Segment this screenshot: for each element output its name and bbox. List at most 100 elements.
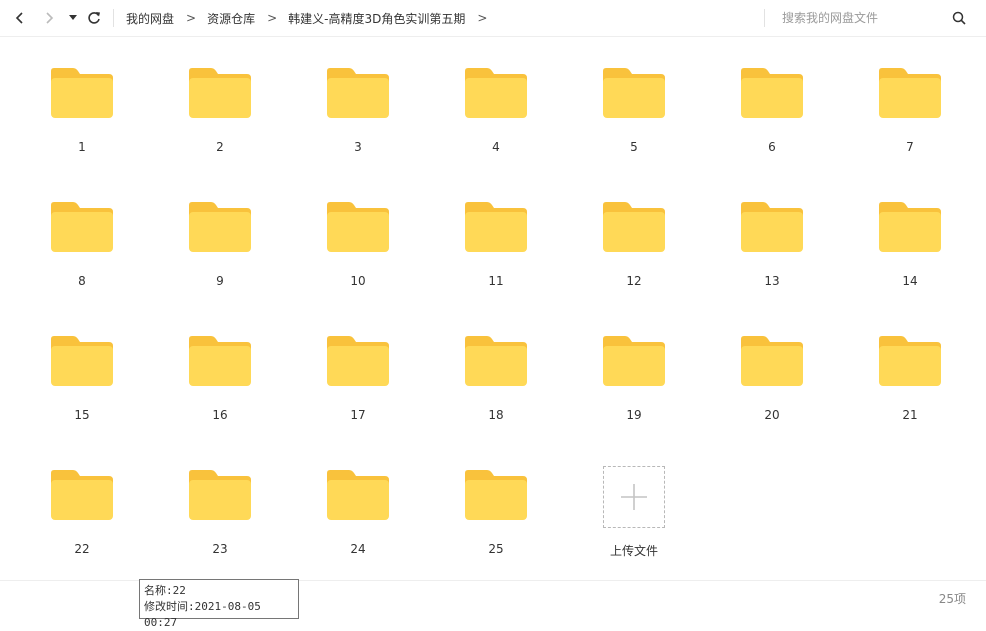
folder-name: 4 [492, 140, 500, 154]
folder-item[interactable]: 5 [565, 50, 703, 184]
folder-name: 14 [902, 274, 918, 288]
folder-icon [603, 202, 665, 252]
folder-item[interactable]: 17 [289, 318, 427, 452]
folder-name: 12 [626, 274, 642, 288]
folder-item[interactable]: 16 [151, 318, 289, 452]
folder-item[interactable]: 4 [427, 50, 565, 184]
folder-icon [51, 470, 113, 520]
folder-name: 18 [488, 408, 504, 422]
breadcrumb: 我的网盘 > 资源仓库 > 韩建义-高精度3D角色实训第五期 > [126, 0, 498, 36]
folder-name: 17 [350, 408, 366, 422]
folder-icon [603, 68, 665, 118]
folder-item[interactable]: 21 [841, 318, 979, 452]
caret-down-icon [69, 15, 77, 20]
folder-name: 20 [764, 408, 780, 422]
folder-icon [189, 68, 251, 118]
search-icon [952, 11, 966, 25]
history-dropdown-button[interactable] [63, 7, 83, 29]
upload-file-button[interactable]: 上传文件 [565, 452, 703, 586]
folder-name: 7 [906, 140, 914, 154]
folder-item[interactable]: 7 [841, 50, 979, 184]
search-divider [764, 9, 765, 27]
folder-name: 9 [216, 274, 224, 288]
item-count: 25项 [938, 592, 966, 606]
folder-name: 22 [74, 542, 90, 556]
folder-icon [189, 336, 251, 386]
folder-name: 8 [78, 274, 86, 288]
folder-name: 21 [902, 408, 918, 422]
folder-name: 5 [630, 140, 638, 154]
folder-item[interactable]: 23 [151, 452, 289, 586]
breadcrumb-item-current-folder[interactable]: 韩建义-高精度3D角色实训第五期 [288, 10, 465, 27]
search-input[interactable] [776, 7, 948, 29]
folder-name: 16 [212, 408, 228, 422]
folder-icon [741, 202, 803, 252]
folder-name: 24 [350, 542, 366, 556]
folder-name: 13 [764, 274, 780, 288]
folder-item[interactable]: 19 [565, 318, 703, 452]
folder-icon [327, 202, 389, 252]
folder-item[interactable]: 22 [13, 452, 151, 586]
upload-label: 上传文件 [609, 544, 658, 558]
folder-name: 1 [78, 140, 86, 154]
folder-icon [327, 336, 389, 386]
folder-item[interactable]: 18 [427, 318, 565, 452]
folder-item[interactable]: 9 [151, 184, 289, 318]
plus-icon [621, 484, 647, 510]
folder-name: 2 [216, 140, 224, 154]
back-button[interactable] [9, 7, 31, 29]
breadcrumb-separator: > [186, 11, 197, 25]
file-grid: 1 2 3 4 5 6 7 8 9 10 11 12 13 14 15 16 17 18 19 20 21 22 23 24 2… [13, 50, 979, 586]
toolbar-divider [113, 9, 114, 27]
folder-item[interactable]: 13 [703, 184, 841, 318]
folder-item[interactable]: 1 [13, 50, 151, 184]
folder-icon [51, 336, 113, 386]
folder-name: 15 [74, 408, 90, 422]
folder-icon [465, 68, 527, 118]
tooltip-name: 名称:22 [144, 584, 186, 597]
folder-item[interactable]: 3 [289, 50, 427, 184]
folder-item[interactable]: 10 [289, 184, 427, 318]
folder-item[interactable]: 12 [565, 184, 703, 318]
folder-item[interactable]: 14 [841, 184, 979, 318]
folder-icon [879, 202, 941, 252]
folder-icon [189, 202, 251, 252]
folder-item[interactable]: 11 [427, 184, 565, 318]
folder-name: 3 [354, 140, 362, 154]
folder-name: 11 [488, 274, 504, 288]
breadcrumb-separator: > [477, 11, 488, 25]
folder-item[interactable]: 25 [427, 452, 565, 586]
toolbar: 我的网盘 > 资源仓库 > 韩建义-高精度3D角色实训第五期 > [0, 0, 986, 37]
folder-icon [741, 68, 803, 118]
folder-name: 6 [768, 140, 776, 154]
folder-name: 19 [626, 408, 642, 422]
refresh-icon [88, 12, 100, 24]
folder-icon [741, 336, 803, 386]
folder-icon [465, 202, 527, 252]
folder-item[interactable]: 15 [13, 318, 151, 452]
folder-icon [603, 336, 665, 386]
folder-icon [327, 68, 389, 118]
folder-item[interactable]: 2 [151, 50, 289, 184]
folder-icon [51, 202, 113, 252]
folder-icon [51, 68, 113, 118]
folder-icon [879, 68, 941, 118]
folder-item[interactable]: 24 [289, 452, 427, 586]
forward-button[interactable] [38, 7, 60, 29]
folder-icon [879, 336, 941, 386]
folder-item[interactable]: 6 [703, 50, 841, 184]
search-button[interactable] [948, 7, 970, 29]
refresh-button[interactable] [83, 7, 105, 29]
folder-icon [189, 470, 251, 520]
folder-item[interactable]: 20 [703, 318, 841, 452]
folder-icon [465, 470, 527, 520]
folder-icon [327, 470, 389, 520]
chevron-right-icon [46, 12, 54, 24]
folder-name: 10 [350, 274, 366, 288]
breadcrumb-item-resources[interactable]: 资源仓库 [207, 10, 255, 27]
breadcrumb-item-my-drive[interactable]: 我的网盘 [126, 10, 174, 27]
folder-icon [465, 336, 527, 386]
upload-dropzone[interactable] [603, 466, 665, 528]
folder-item[interactable]: 8 [13, 184, 151, 318]
folder-name: 25 [488, 542, 504, 556]
